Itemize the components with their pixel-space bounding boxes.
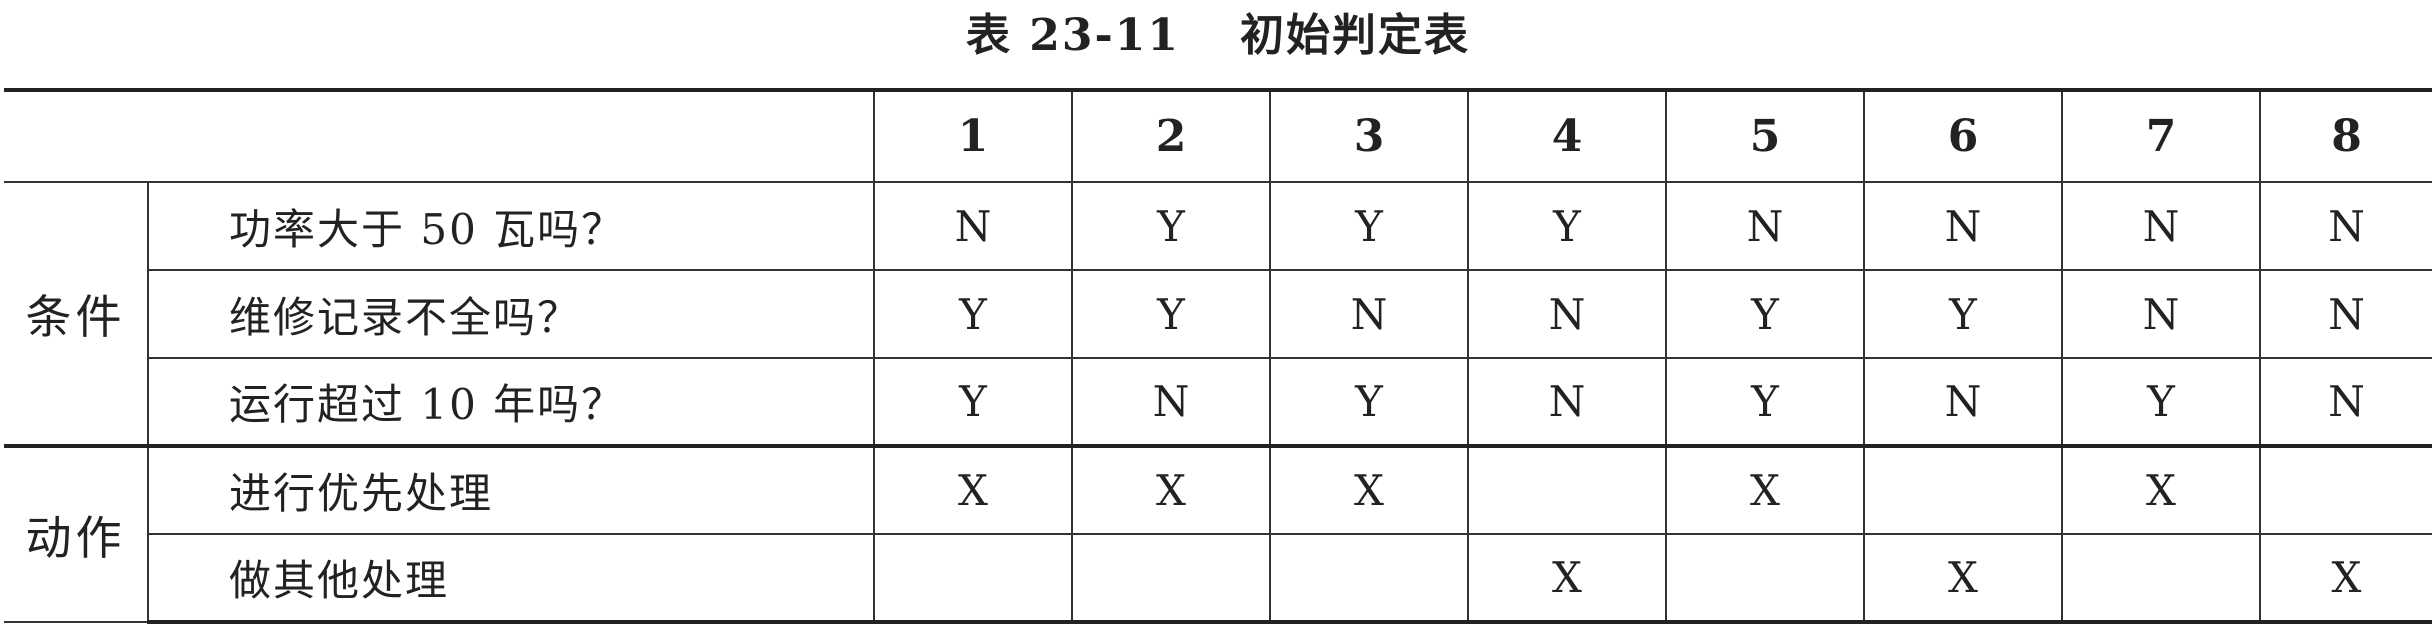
table-title: 初始判定表	[1240, 10, 1471, 61]
table-cell: X	[873, 444, 1073, 535]
table-cell: Y	[1269, 357, 1469, 447]
column-header: 3	[1269, 88, 1469, 183]
table-cell: N	[1665, 181, 1865, 271]
group-label-actions: 动作	[4, 444, 149, 623]
table-cell: Y	[1665, 269, 1865, 359]
table-cell: X	[1665, 444, 1865, 535]
table-cell: N	[2259, 357, 2432, 447]
table-cell	[2259, 444, 2432, 535]
table-cell: Y	[1665, 357, 1865, 447]
table-cell: X	[2061, 444, 2261, 535]
document-page: 表 23-11 初始判定表 1 2 3 4 5 6 7 8 条件 功率大于 50…	[0, 0, 2436, 624]
column-header: 8	[2259, 88, 2432, 183]
row-label: 进行优先处理	[147, 444, 875, 535]
row-label: 维修记录不全吗？	[147, 269, 875, 359]
table-cell: X	[1467, 533, 1667, 624]
table-row: 做其他处理 X X X	[4, 533, 2432, 624]
table-cell: N	[1071, 357, 1271, 447]
row-label: 运行超过 10 年吗？	[147, 357, 875, 447]
header-corner-cell	[4, 88, 875, 183]
column-header: 1	[873, 88, 1073, 183]
table-number: 表 23-11	[965, 10, 1181, 61]
table-caption: 表 23-11 初始判定表	[0, 0, 2436, 72]
row-label: 做其他处理	[147, 533, 875, 624]
table-cell: N	[1467, 269, 1667, 359]
table-cell: N	[1269, 269, 1469, 359]
table-cell	[1467, 444, 1667, 535]
table-cell	[2061, 533, 2261, 624]
table-cell: Y	[2061, 357, 2261, 447]
header-row: 1 2 3 4 5 6 7 8	[4, 88, 2432, 183]
table-cell	[1269, 533, 1469, 624]
table-cell: Y	[1269, 181, 1469, 271]
table-cell: N	[2061, 269, 2261, 359]
table-cell: N	[873, 181, 1073, 271]
table-cell	[873, 533, 1073, 624]
table-cell: X	[1863, 533, 2063, 624]
table-cell: X	[2259, 533, 2432, 624]
table-row: 动作 进行优先处理 X X X X X	[4, 444, 2432, 623]
table-cell: Y	[1071, 269, 1271, 359]
table-cell	[1863, 444, 2063, 535]
table-cell: N	[2259, 269, 2432, 359]
column-header: 2	[1071, 88, 1271, 183]
table-cell: Y	[873, 269, 1073, 359]
table-cell: Y	[1863, 269, 2063, 359]
column-header: 5	[1665, 88, 1865, 183]
group-label-conditions: 条件	[4, 181, 149, 447]
table-cell: Y	[873, 357, 1073, 447]
table-cell: N	[1863, 181, 2063, 271]
table-cell: N	[1467, 357, 1667, 447]
table-cell: N	[1863, 357, 2063, 447]
table-cell	[1071, 533, 1271, 624]
table-row: 条件 功率大于 50 瓦吗？ N Y Y Y N N N N	[4, 181, 2432, 447]
table-cell: N	[2061, 181, 2261, 271]
table-cell: Y	[1071, 181, 1271, 271]
table-cell: Y	[1467, 181, 1667, 271]
table-cell	[1665, 533, 1865, 624]
table-row: 维修记录不全吗？ Y Y N N Y Y N N	[4, 269, 2432, 359]
column-header: 4	[1467, 88, 1667, 183]
column-header: 6	[1863, 88, 2063, 183]
decision-table: 1 2 3 4 5 6 7 8 条件 功率大于 50 瓦吗？ N Y Y Y N…	[4, 88, 2432, 624]
column-header: 7	[2061, 88, 2261, 183]
table-cell: X	[1269, 444, 1469, 535]
table-row: 运行超过 10 年吗？ Y N Y N Y N Y N	[4, 357, 2432, 447]
table-cell: X	[1071, 444, 1271, 535]
row-label: 功率大于 50 瓦吗？	[147, 181, 875, 271]
table-cell: N	[2259, 181, 2432, 271]
